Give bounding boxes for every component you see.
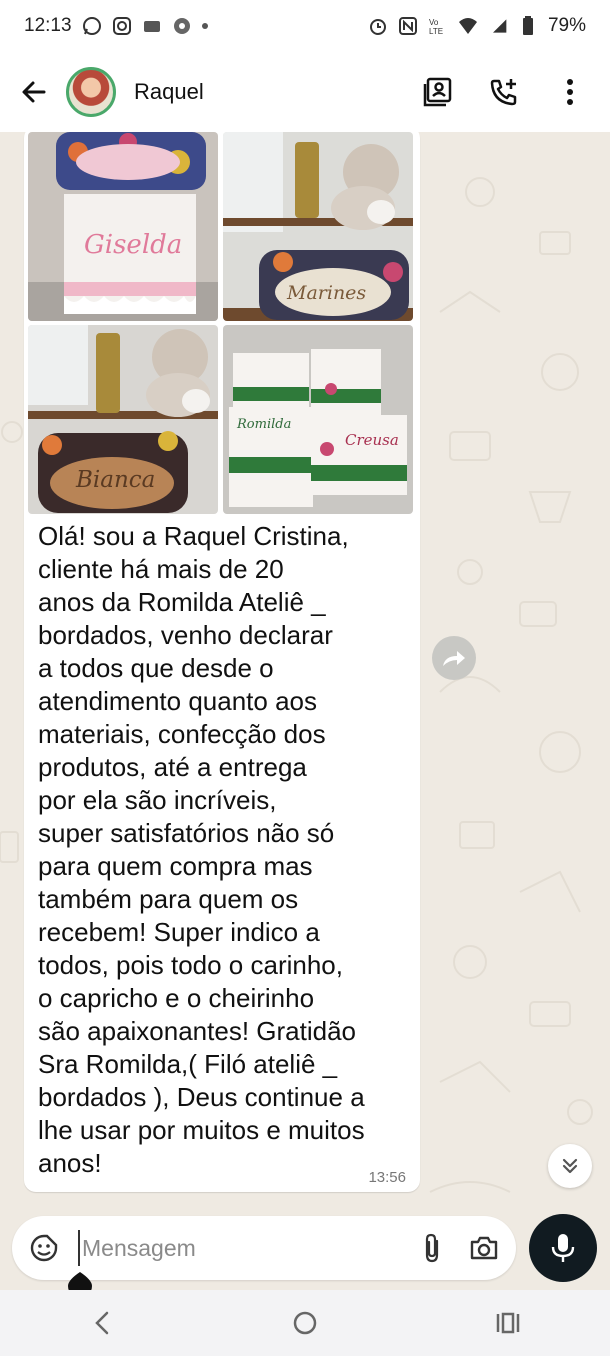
home-circle-icon: [293, 1311, 317, 1335]
camera-button[interactable]: [468, 1232, 500, 1264]
contact-card-button[interactable]: [422, 76, 454, 108]
battery-icon: [518, 16, 538, 36]
arrow-left-icon: [22, 81, 46, 103]
phone-plus-icon: [490, 79, 517, 106]
message-bubble[interactable]: Giselda Marines Bianca Romilda Creusa Ol…: [24, 132, 420, 1192]
photo-album[interactable]: Giselda Marines Bianca Romilda Creusa: [28, 132, 417, 514]
status-bar-right: Vo LTE 79%: [368, 15, 586, 37]
chevron-left-icon: [94, 1311, 108, 1335]
sticker-button[interactable]: [28, 1232, 60, 1264]
message-input[interactable]: [78, 1230, 396, 1266]
whatsapp-icon: [82, 16, 102, 36]
svg-text:LTE: LTE: [429, 27, 443, 36]
status-bar: 12:13 Vo LTE 79%: [0, 0, 610, 52]
message-timestamp: 13:56: [368, 1169, 406, 1186]
svg-text:Vo: Vo: [429, 18, 439, 27]
photo-caption: Giselda: [84, 230, 183, 260]
battery-percent: 79%: [547, 15, 586, 36]
photo-caption: Bianca: [76, 467, 156, 493]
system-nav-bar: [0, 1290, 610, 1356]
avatar[interactable]: [66, 67, 116, 117]
recents-icon: [497, 1312, 520, 1334]
status-bar-left: 12:13: [24, 15, 208, 37]
album-photo[interactable]: Giselda: [28, 132, 218, 321]
photo-caption: Creusa: [345, 431, 399, 449]
nav-home-button[interactable]: [280, 1298, 330, 1348]
album-photo[interactable]: Romilda Creusa: [223, 325, 413, 514]
more-options-button[interactable]: [554, 76, 586, 108]
nfc-icon: [398, 16, 418, 36]
camera-icon: [470, 1236, 498, 1260]
nav-recents-button[interactable]: [483, 1298, 533, 1348]
more-vertical-icon: [567, 79, 573, 105]
contact-card-icon: [423, 77, 452, 107]
signal-icon: [488, 16, 508, 36]
chrome-icon: [172, 16, 192, 36]
scroll-down-button[interactable]: [548, 1144, 592, 1188]
chat-area[interactable]: Giselda Marines Bianca Romilda Creusa Ol…: [0, 132, 610, 1220]
alarm-icon: [368, 16, 388, 36]
forward-icon: [443, 651, 465, 666]
album-photo[interactable]: Marines: [223, 132, 413, 321]
double-chevron-down-icon: [562, 1158, 578, 1174]
photo-caption: Marines: [287, 282, 367, 304]
more-notifications-icon: [201, 23, 208, 29]
mic-icon: [551, 1234, 575, 1262]
status-time: 12:13: [24, 15, 72, 36]
sticker-icon: [30, 1234, 58, 1262]
back-button[interactable]: [16, 74, 52, 110]
header-actions: [422, 76, 594, 108]
message-text: Olá! sou a Raquel Cristina, cliente há m…: [38, 521, 365, 1178]
mic-button[interactable]: [529, 1214, 597, 1282]
photo-caption: Romilda: [237, 417, 292, 432]
chat-header: Raquel: [0, 52, 610, 132]
nav-back-button[interactable]: [77, 1298, 127, 1348]
paperclip-icon: [425, 1233, 439, 1263]
app-notification-icon: [142, 16, 162, 36]
instagram-icon: [112, 16, 132, 36]
album-photo[interactable]: Bianca: [28, 325, 218, 514]
forward-button[interactable]: [432, 636, 476, 680]
add-call-button[interactable]: [488, 76, 520, 108]
volte-icon: Vo LTE: [428, 16, 448, 36]
wifi-icon: [458, 16, 478, 36]
contact-name[interactable]: Raquel: [134, 79, 422, 105]
attach-button[interactable]: [416, 1232, 448, 1264]
